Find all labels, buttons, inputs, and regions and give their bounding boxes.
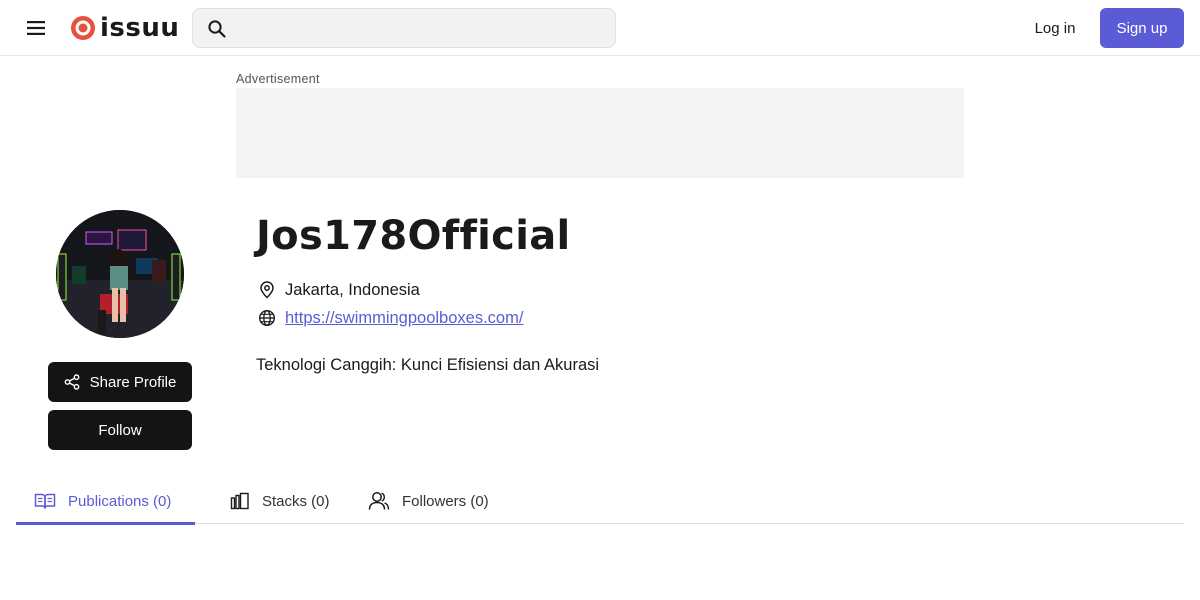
top-header: issuu Log in Sign up (0, 0, 1200, 56)
avatar-image (56, 210, 184, 338)
share-icon (64, 374, 80, 390)
location-row: Jakarta, Indonesia (258, 279, 420, 301)
tab-publications-label: Publications (0) (68, 492, 172, 510)
location-text: Jakarta, Indonesia (285, 280, 420, 299)
menu-button[interactable] (20, 12, 52, 44)
website-row: https://swimmingpoolboxes.com/ (258, 307, 523, 329)
users-icon (368, 492, 390, 510)
logo-text: issuu (100, 13, 180, 43)
follow-button[interactable]: Follow (48, 410, 192, 450)
location-pin-icon (260, 281, 274, 299)
tab-followers[interactable]: Followers (0) (350, 478, 507, 524)
hamburger-icon (27, 21, 45, 35)
tab-stacks-label: Stacks (0) (262, 492, 330, 510)
share-profile-label: Share Profile (89, 373, 177, 391)
signup-button[interactable]: Sign up (1100, 8, 1184, 48)
advertisement-slot (236, 88, 964, 178)
profile-description: Teknologi Canggih: Kunci Efisiensi dan A… (256, 356, 600, 374)
website-link[interactable]: https://swimmingpoolboxes.com/ (285, 309, 523, 328)
issuu-logo[interactable]: issuu (70, 13, 179, 43)
book-open-icon (34, 493, 56, 509)
profile-name: Jos178Official (256, 213, 571, 259)
profile-tabs: Publications (0) Stacks (0) Followers (0… (16, 478, 1184, 525)
globe-icon (258, 309, 276, 327)
tab-followers-label: Followers (0) (402, 492, 489, 510)
advertisement-label: Advertisement (236, 72, 320, 86)
search-input[interactable] (237, 9, 607, 47)
tab-stacks[interactable]: Stacks (0) (212, 478, 348, 524)
stacks-icon (230, 492, 249, 510)
search-icon (208, 20, 226, 38)
login-button[interactable]: Log in (1022, 8, 1088, 48)
avatar (56, 210, 184, 338)
search-bar[interactable] (192, 8, 616, 48)
share-profile-button[interactable]: Share Profile (48, 362, 192, 402)
tab-publications[interactable]: Publications (0) (16, 478, 195, 525)
issuu-logo-icon (71, 16, 95, 40)
